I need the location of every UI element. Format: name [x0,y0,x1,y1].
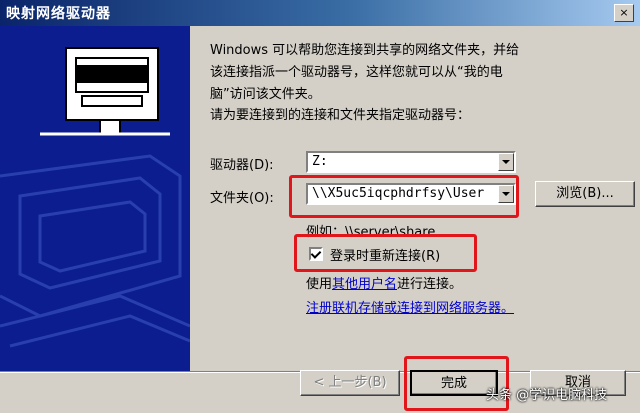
intro-line: 该连接指派一个驱动器号，这样您就可以从“我的电 [210,65,503,80]
window-title: 映射网络驱动器 [6,6,111,22]
drive-label: 驱动器(D): [210,158,274,173]
drive-select[interactable]: Z: [306,151,516,173]
prompt-text: 请为要连接到的连接和文件夹指定驱动器号： [210,108,471,123]
highlight-box-reconnect [294,234,477,272]
watermark: 头条 @学识电脑科技 [486,388,608,403]
wizard-side-panel [0,26,190,371]
title-bar: 映射网络驱动器 × [0,0,640,26]
close-icon[interactable]: × [614,4,634,22]
other-user-line: 使用其他用户名进行连接。 [306,273,462,292]
folder-label: 文件夹(O): [210,191,274,206]
intro-line: Windows 可以帮助您连接到共享的网络文件夹，并给 [210,43,520,58]
dropdown-arrow-icon[interactable] [498,153,514,171]
register-link[interactable]: 注册联机存储或连接到网络服务器。 [306,297,514,316]
other-user-prefix: 使用 [306,277,333,292]
back-button[interactable]: < 上一步(B) [300,370,400,396]
other-user-suffix: 进行连接。 [397,277,463,292]
highlight-box-folder [289,175,519,218]
network-drive-illustration [0,47,190,348]
browse-button[interactable]: 浏览(B)... [535,181,635,207]
intro-line: 脑”访问该文件夹。 [210,87,321,102]
drive-select-value: Z: [312,154,328,169]
other-user-link[interactable]: 其他用户名 [332,277,397,292]
intro-text: Windows 可以帮助您连接到共享的网络文件夹，并给 该连接指派一个驱动器号，… [210,40,630,106]
